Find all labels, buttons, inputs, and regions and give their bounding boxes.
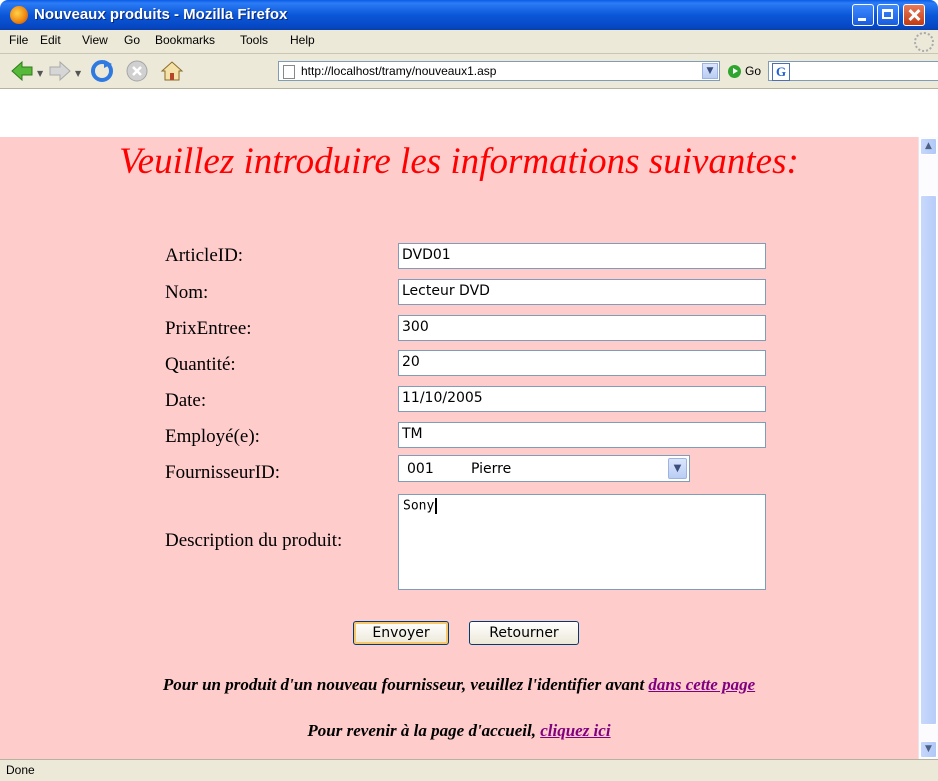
window-title: Nouveaux produits - Mozilla Firefox (34, 6, 288, 23)
home-return-note-text: Pour revenir à la page d'accueil, (307, 721, 541, 740)
retourner-button[interactable]: Retourner (469, 621, 579, 645)
reload-icon[interactable] (90, 59, 114, 83)
description-value: Sony (403, 498, 435, 514)
scroll-down-icon[interactable]: ▼ (920, 741, 937, 758)
quantite-field[interactable]: 20 (398, 350, 766, 376)
new-supplier-note-text: Pour un produit d'un nouveau fournisseur… (162, 675, 649, 694)
url-dropdown-icon[interactable]: ▼ (702, 63, 718, 79)
nom-field[interactable]: Lecteur DVD (398, 279, 766, 305)
envoyer-button[interactable]: Envoyer (353, 621, 449, 645)
menu-bar: File Edit View Go Bookmarks Tools Help (0, 30, 938, 54)
prixentree-field[interactable]: 300 (398, 315, 766, 341)
url-bar[interactable]: http://localhost/tramy/nouveaux1.asp ▼ (278, 61, 720, 81)
new-supplier-note: Pour un produit d'un nouveau fournisseur… (0, 675, 918, 695)
go-icon[interactable] (728, 65, 741, 78)
firefox-icon (10, 6, 28, 24)
maximize-button[interactable] (877, 4, 899, 26)
back-arrow-icon[interactable] (10, 59, 34, 83)
google-icon[interactable]: G (772, 63, 790, 81)
quantite-label: Quantité: (165, 354, 236, 375)
articleid-label: ArticleID: (165, 245, 244, 266)
fournisseurid-select[interactable]: 001 Pierre ▼ (398, 455, 690, 482)
menu-go[interactable]: Go (124, 33, 140, 47)
status-text: Done (6, 763, 35, 777)
date-field[interactable]: 11/10/2005 (398, 386, 766, 412)
google-search-box[interactable]: G (768, 61, 938, 81)
home-icon[interactable] (160, 59, 184, 83)
employe-field[interactable]: TM (398, 422, 766, 448)
menu-tools[interactable]: Tools (240, 33, 268, 47)
throbber-icon (914, 32, 934, 52)
window-titlebar: Nouveaux produits - Mozilla Firefox (0, 0, 938, 30)
employe-label: Employé(e): (165, 426, 260, 447)
supplier-name: Pierre (471, 461, 512, 477)
supplier-code: 001 (407, 461, 434, 477)
url-text[interactable]: http://localhost/tramy/nouveaux1.asp (301, 64, 496, 78)
description-textarea[interactable]: Sony (398, 494, 766, 590)
articleid-field[interactable]: DVD01 (398, 243, 766, 269)
scroll-thumb[interactable] (920, 195, 937, 725)
chevron-down-icon[interactable]: ▼ (668, 458, 687, 479)
menu-view[interactable]: View (82, 33, 108, 47)
text-caret (435, 498, 438, 514)
page-content (0, 137, 918, 759)
menu-file[interactable]: File (9, 33, 28, 47)
stop-icon[interactable] (125, 59, 149, 83)
vertical-scrollbar[interactable]: ▲ ▼ (918, 137, 938, 759)
forward-dropdown-icon[interactable]: ▼ (75, 69, 81, 78)
nom-label: Nom: (165, 282, 209, 303)
menu-bookmarks[interactable]: Bookmarks (155, 33, 215, 47)
forward-arrow-icon[interactable] (48, 59, 72, 83)
menu-help[interactable]: Help (290, 33, 315, 47)
page-heading: Veuillez introduire les informations sui… (119, 141, 799, 182)
home-return-note: Pour revenir à la page d'accueil, clique… (0, 721, 918, 741)
navigation-toolbar: ▼ ▼ http://localhost/tramy/nouveaux1.asp… (0, 54, 938, 89)
home-link[interactable]: cliquez ici (540, 721, 610, 740)
page-icon (283, 65, 295, 79)
go-button[interactable]: Go (745, 64, 761, 78)
scroll-up-icon[interactable]: ▲ (920, 138, 937, 155)
minimize-button[interactable] (852, 4, 874, 26)
back-dropdown-icon[interactable]: ▼ (37, 69, 43, 78)
new-supplier-link[interactable]: dans cette page (648, 675, 755, 694)
prixentree-label: PrixEntree: (165, 318, 252, 339)
description-label: Description du produit: (165, 530, 343, 551)
date-label: Date: (165, 390, 207, 411)
close-button[interactable] (903, 4, 925, 26)
status-bar: Done (0, 759, 938, 781)
menu-edit[interactable]: Edit (40, 33, 61, 47)
fournisseurid-label: FournisseurID: (165, 462, 281, 483)
